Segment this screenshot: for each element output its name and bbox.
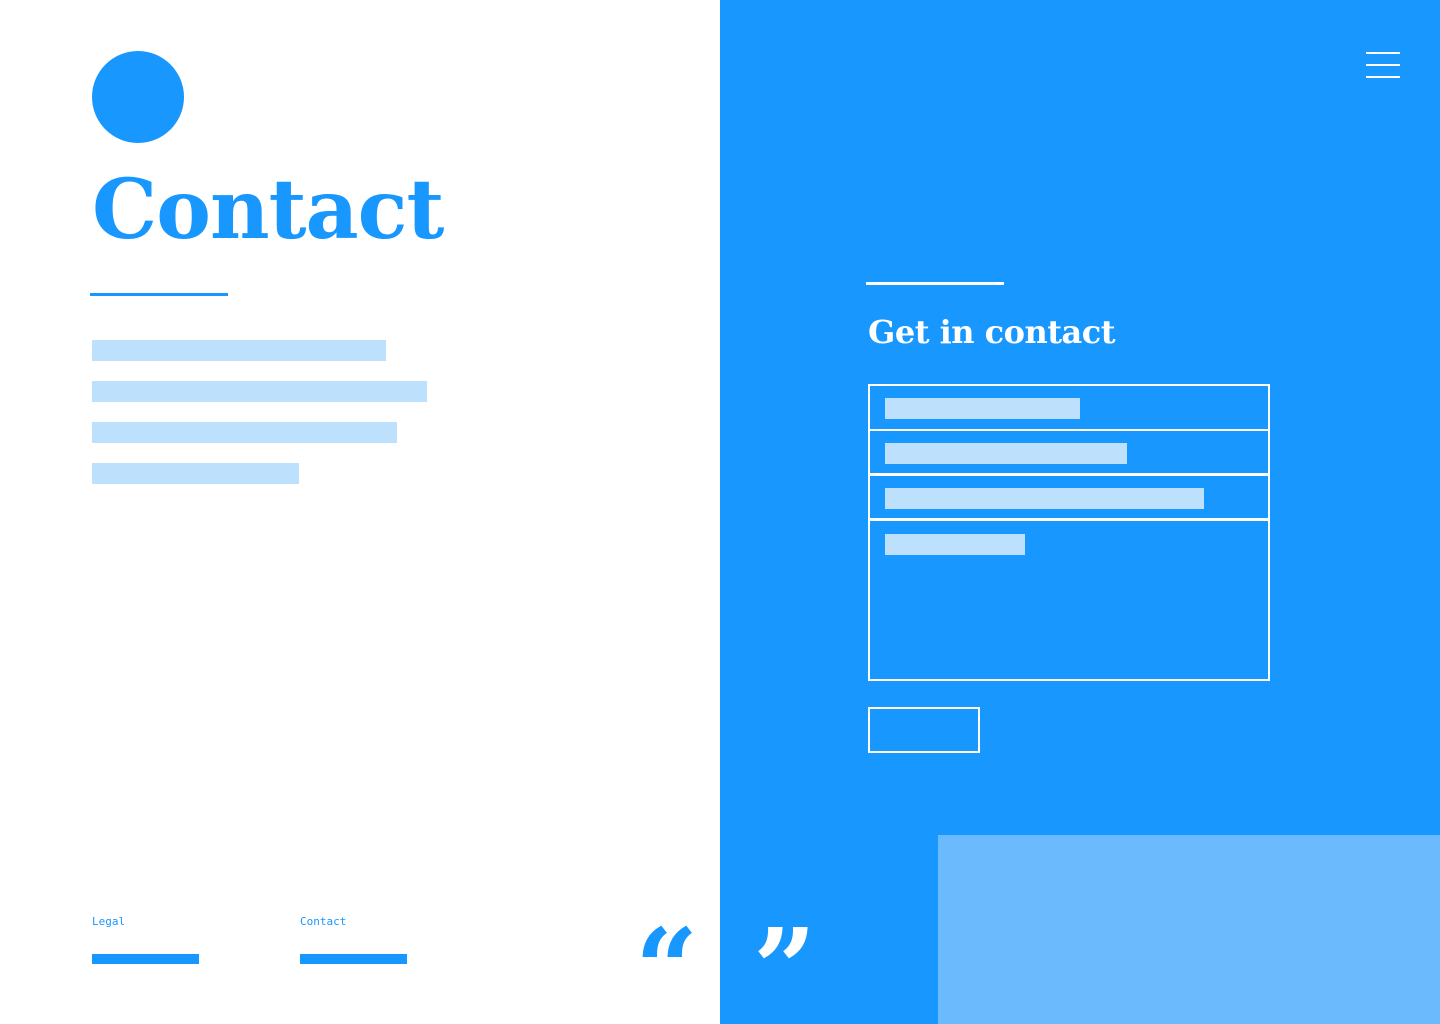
field-placeholder-bar [885, 488, 1204, 509]
text-placeholder-line [92, 381, 427, 402]
contact-divider [866, 282, 1004, 285]
footer-link-contact[interactable]: Contact [300, 914, 346, 930]
subject-field[interactable] [868, 474, 1270, 520]
text-placeholder-line [92, 463, 299, 484]
field-placeholder-bar [885, 443, 1127, 464]
open-quote-glyph: “ [635, 922, 699, 972]
close-quote-icon: ” [753, 922, 817, 972]
menu-icon-bar [1366, 76, 1400, 78]
decorative-block [938, 835, 1440, 1024]
open-quote-icon: “ [635, 922, 699, 972]
menu-icon-bar [1366, 64, 1400, 66]
close-quote-glyph: ” [753, 922, 817, 972]
footer-link-legal[interactable]: Legal [92, 914, 125, 930]
email-field[interactable] [868, 429, 1270, 475]
field-placeholder-bar [885, 534, 1025, 555]
submit-button[interactable] [868, 707, 980, 753]
footer-bar-contact [300, 954, 407, 964]
logo-circle-icon[interactable] [92, 51, 184, 143]
title-divider [90, 293, 228, 296]
field-placeholder-bar [885, 398, 1080, 419]
menu-icon-bar [1366, 52, 1400, 54]
footer-bar-legal [92, 954, 199, 964]
contact-heading: Get in contact [868, 313, 1116, 351]
page-title: Contact [92, 162, 444, 258]
text-placeholder-line [92, 422, 397, 443]
name-field[interactable] [868, 384, 1270, 431]
hamburger-menu-icon[interactable] [1366, 52, 1400, 78]
message-textarea[interactable] [868, 519, 1270, 681]
left-panel: Contact Legal Contact “ [0, 0, 720, 1024]
text-placeholder-line [92, 340, 386, 361]
right-panel: Get in contact ” [720, 0, 1440, 1024]
